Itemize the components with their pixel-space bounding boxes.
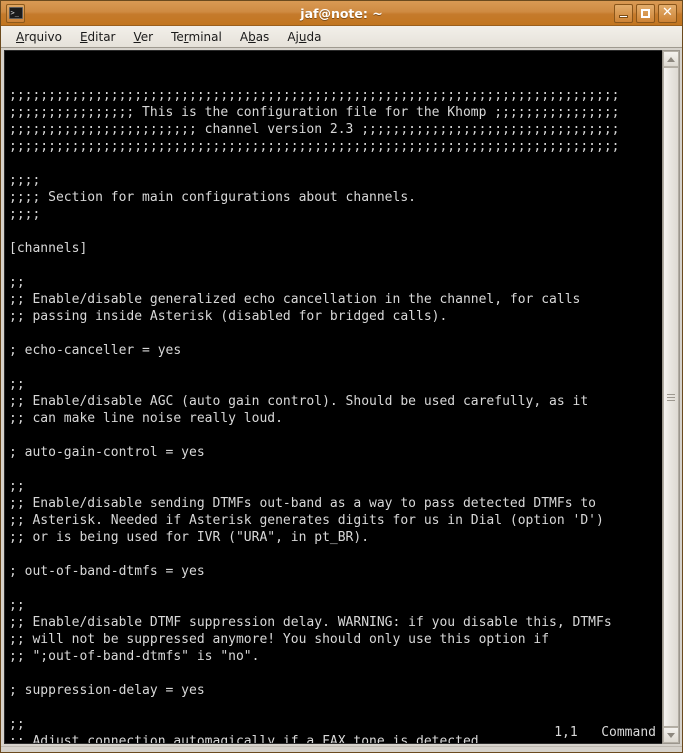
- menu-arquivo[interactable]: Arquivo: [7, 28, 71, 46]
- window-title: jaf@note: ~: [300, 5, 383, 21]
- terminal-line: ;;;; Section for main configurations abo…: [9, 190, 416, 205]
- vertical-scrollbar[interactable]: [662, 50, 680, 744]
- terminal-line: [channels]: [9, 241, 88, 256]
- scroll-down-button[interactable]: [663, 727, 679, 743]
- terminal-line: ;;: [9, 377, 25, 392]
- menu-abas-post: as: [255, 29, 270, 44]
- terminal-line: ;;: [9, 275, 25, 290]
- vim-status-line: 1,1 Command: [5, 724, 662, 741]
- terminal-line: ;; Asterisk. Needed if Asterisk generate…: [9, 513, 604, 528]
- scrollbar-thumb[interactable]: [663, 67, 679, 727]
- menu-ajuda-post: da: [306, 29, 322, 44]
- terminal-line: ; echo-canceller = yes: [9, 343, 182, 358]
- terminal-line: ; out-of-band-dtmfs = yes: [9, 564, 205, 579]
- terminal-line: ;;;;;;;;;;;;;;;; This is the configurati…: [9, 105, 620, 120]
- scroll-up-button[interactable]: [663, 51, 679, 67]
- terminal-line: ;;;;;;;;;;;;;;;;;;;;;;;;;;;;;;;;;;;;;;;;…: [9, 139, 620, 154]
- editor-buffer-lines: ;;;;;;;;;;;;;;;;;;;;;;;;;;;;;;;;;;;;;;;;…: [9, 87, 662, 743]
- menu-terminal-pre: Te: [171, 29, 184, 44]
- window-controls: ✕: [614, 3, 679, 23]
- terminal-line: ;;: [9, 598, 25, 613]
- terminal-line: ;;: [9, 479, 25, 494]
- close-button[interactable]: ✕: [658, 3, 677, 23]
- terminal-line: ;; passing inside Asterisk (disabled for…: [9, 309, 448, 324]
- menu-editar-post: ditar: [87, 29, 116, 44]
- scrollbar-track[interactable]: [663, 67, 679, 727]
- menu-ver-post: er: [140, 29, 154, 44]
- terminal-line: ;;;;: [9, 207, 41, 222]
- terminal-line: ;; ";out-of-band-dtmfs" is "no".: [9, 649, 260, 664]
- scroll-down-arrow-icon: [667, 732, 675, 738]
- menu-editar[interactable]: Editar: [71, 28, 125, 46]
- terminal-line: ;; Enable/disable sending DTMFs out-band…: [9, 496, 596, 511]
- menu-terminal-post: minal: [188, 29, 222, 44]
- terminal-line: ;;;;;;;;;;;;;;;;;;;;;;;; channel version…: [9, 122, 620, 137]
- editor-mode: Command: [601, 725, 656, 740]
- terminal-line: ;;;;;;;;;;;;;;;;;;;;;;;;;;;;;;;;;;;;;;;;…: [9, 88, 620, 103]
- menu-abas-pre: A: [239, 29, 249, 44]
- terminal-line: ;; Enable/disable DTMF suppression delay…: [9, 615, 612, 630]
- menu-ajuda[interactable]: Ajuda: [278, 28, 330, 46]
- minimize-button[interactable]: [614, 3, 633, 23]
- terminal-text-buffer[interactable]: ;;;;;;;;;;;;;;;;;;;;;;;;;;;;;;;;;;;;;;;;…: [4, 50, 662, 744]
- cursor-position: 1,1: [554, 725, 578, 740]
- terminal-line: ;; can make line noise really loud.: [9, 411, 283, 426]
- menu-arquivo-mnemonic: A: [16, 29, 25, 44]
- maximize-button[interactable]: [636, 3, 655, 23]
- terminal-area: ;;;;;;;;;;;;;;;;;;;;;;;;;;;;;;;;;;;;;;;;…: [1, 48, 682, 746]
- menu-abas-mnemonic: b: [248, 29, 256, 44]
- title-bar[interactable]: >_ jaf@note: ~ ✕: [1, 1, 682, 26]
- terminal-line: ;; Enable/disable AGC (auto gain control…: [9, 394, 589, 409]
- menu-ajuda-pre: Aj: [287, 29, 299, 44]
- menu-editar-mnemonic: E: [79, 29, 88, 44]
- menu-abas[interactable]: Abas: [231, 28, 278, 46]
- terminal-line: ; auto-gain-control = yes: [9, 445, 205, 460]
- menu-ver-mnemonic: V: [133, 29, 141, 44]
- menu-arquivo-post: rquivo: [24, 29, 62, 44]
- terminal-line: ;; Enable/disable generalized echo cance…: [9, 292, 581, 307]
- close-icon: ✕: [662, 5, 673, 20]
- window-bottom-frame: [1, 746, 682, 752]
- terminal-window: >_ jaf@note: ~ ✕ Arquivo Editar Ver Term…: [0, 0, 683, 753]
- terminal-icon: >_: [6, 3, 25, 23]
- scroll-up-arrow-icon: [667, 56, 675, 62]
- menu-terminal[interactable]: Terminal: [162, 28, 231, 46]
- scrollbar-grip-icon: [667, 392, 675, 403]
- menu-ver[interactable]: Ver: [125, 28, 163, 46]
- terminal-line: ;; or is being used for IVR ("URA", in p…: [9, 530, 370, 545]
- terminal-line: ;; will not be suppressed anymore! You s…: [9, 632, 550, 647]
- menu-bar: Arquivo Editar Ver Terminal Abas Ajuda: [1, 26, 682, 48]
- terminal-line: ; suppression-delay = yes: [9, 683, 205, 698]
- terminal-line: ;;;;: [9, 173, 41, 188]
